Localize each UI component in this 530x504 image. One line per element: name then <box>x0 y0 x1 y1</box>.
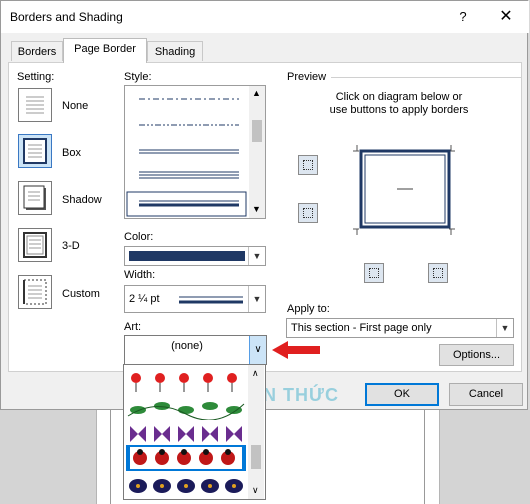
cancel-button-label: Cancel <box>468 388 504 400</box>
width-combo[interactable]: 2 ¼ pt ▼ <box>124 285 266 313</box>
borders-shading-dialog: Borders and Shading ? ✕ Borders Page Bor… <box>0 0 529 410</box>
scroll-down-icon[interactable]: ▼ <box>252 204 261 214</box>
preview-diagram[interactable] <box>345 139 465 243</box>
setting-3d-icon[interactable] <box>18 228 52 262</box>
art-scroll-down-icon[interactable]: ∨ <box>252 485 259 496</box>
art-option-ladybugs-selected[interactable] <box>126 445 246 471</box>
fish-icon <box>129 479 243 493</box>
art-scroll-up-icon[interactable]: ∧ <box>252 368 259 379</box>
butterfly-icon <box>130 426 242 442</box>
setting-box-label: Box <box>62 147 81 159</box>
pointer-arrow-icon <box>272 341 320 359</box>
bottom-border-button[interactable] <box>298 203 318 223</box>
tab-borders-label: Borders <box>17 46 57 58</box>
apply-to-dropdown-icon[interactable]: ▼ <box>496 319 513 337</box>
ok-button-label: OK <box>394 388 410 400</box>
tab-shading[interactable]: Shading <box>147 41 203 61</box>
preview-instruction-1: Click on diagram below or <box>335 91 463 103</box>
setting-3d-label: 3-D <box>62 240 80 252</box>
tab-page-border[interactable]: Page Border <box>63 38 147 63</box>
setting-none-icon[interactable] <box>18 88 52 122</box>
art-dropdown-list[interactable]: ∧ ∨ <box>123 364 266 500</box>
scroll-up-icon[interactable]: ▲ <box>252 88 261 98</box>
left-border-button[interactable] <box>364 263 384 283</box>
style-scrollbar[interactable]: ▲ ▼ <box>249 86 265 218</box>
preview-divider <box>331 77 521 78</box>
art-dropdown-icon[interactable]: ∨ <box>249 336 266 364</box>
color-dropdown-icon[interactable]: ▼ <box>248 247 265 265</box>
tab-page-border-label: Page Border <box>74 43 136 55</box>
art-option-leaves[interactable] <box>126 395 246 421</box>
options-button[interactable]: Options... <box>439 344 514 366</box>
width-dropdown-icon[interactable]: ▼ <box>248 286 265 312</box>
color-combo[interactable]: ▼ <box>124 246 266 266</box>
width-value: 2 ¼ pt <box>129 293 160 305</box>
title-bar: Borders and Shading ? ✕ <box>1 1 529 33</box>
document-margin-line-left <box>110 410 111 504</box>
setting-none-label: None <box>62 100 89 112</box>
ok-button[interactable]: OK <box>365 383 439 406</box>
apply-to-value: This section - First page only <box>291 322 432 334</box>
art-value: (none) <box>171 340 203 352</box>
help-button[interactable]: ? <box>449 5 477 29</box>
art-label: Art: <box>124 321 142 333</box>
color-label: Color: <box>124 231 154 243</box>
art-list-scrollbar[interactable]: ∧ ∨ <box>248 365 264 499</box>
art-scroll-thumb[interactable] <box>251 445 261 469</box>
dialog-title: Borders and Shading <box>10 10 123 24</box>
setting-label: Setting: <box>17 71 55 83</box>
apply-to-combo[interactable]: This section - First page only ▼ <box>286 318 514 338</box>
setting-custom-label: Custom <box>62 288 100 300</box>
preview-label: Preview <box>287 71 327 83</box>
apply-to-label: Apply to: <box>287 303 330 315</box>
tab-shading-label: Shading <box>154 46 196 58</box>
options-button-label: Options... <box>452 349 501 361</box>
ladybug-icon <box>130 447 242 469</box>
width-label: Width: <box>124 269 156 281</box>
cancel-button[interactable]: Cancel <box>449 383 523 406</box>
setting-box-icon[interactable] <box>18 134 52 168</box>
close-button[interactable]: ✕ <box>489 5 523 29</box>
document-margin-line-right <box>424 410 425 504</box>
balloon-icon <box>131 373 237 392</box>
color-swatch <box>129 251 245 261</box>
setting-shadow-label: Shadow <box>62 194 102 206</box>
art-option-butterflies[interactable] <box>126 421 246 447</box>
tab-borders[interactable]: Borders <box>11 41 63 61</box>
top-border-button[interactable] <box>298 155 318 175</box>
setting-custom-icon[interactable] <box>18 275 52 309</box>
style-label: Style: <box>124 71 152 83</box>
scroll-thumb[interactable] <box>252 120 262 142</box>
art-combo[interactable]: (none) ∨ <box>124 335 267 365</box>
art-option-fish[interactable] <box>126 473 246 499</box>
style-listbox[interactable]: ▲ ▼ <box>124 85 266 219</box>
art-option-balloons[interactable] <box>126 369 246 395</box>
right-border-button[interactable] <box>428 263 448 283</box>
preview-instruction-2: use buttons to apply borders <box>329 104 469 116</box>
leaf-icon <box>127 402 245 420</box>
setting-shadow-icon[interactable] <box>18 181 52 215</box>
